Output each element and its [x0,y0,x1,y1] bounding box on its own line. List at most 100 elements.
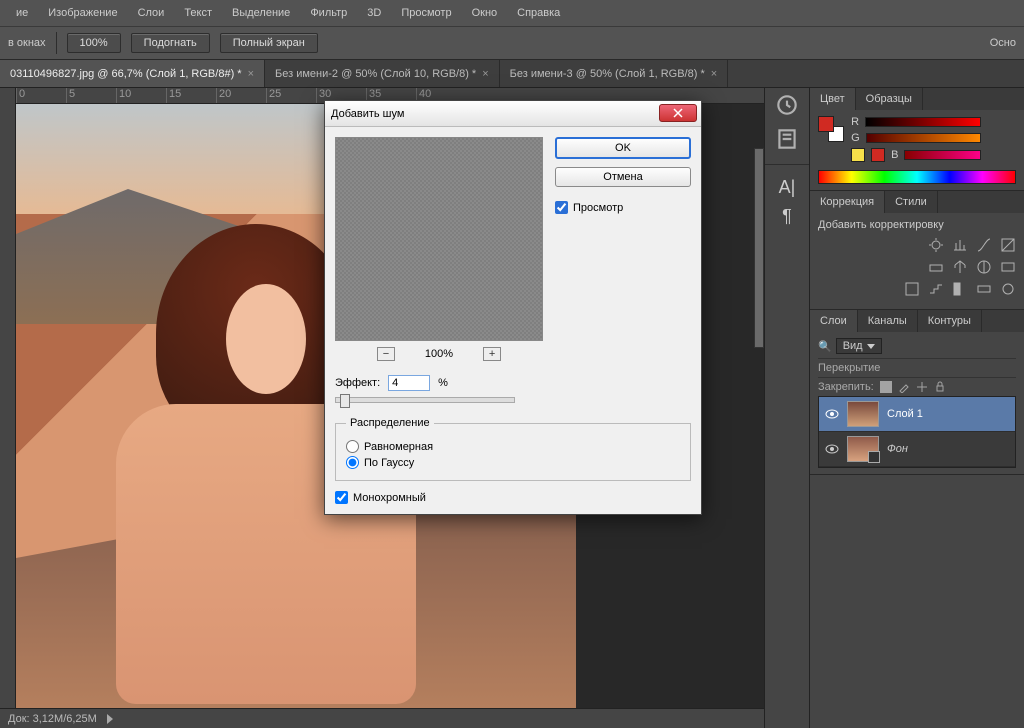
tab-swatches[interactable]: Образцы [856,88,923,110]
amount-input[interactable] [388,375,430,391]
fit-button[interactable]: Подогнать [131,33,210,53]
blend-mode-row[interactable]: Перекрытие [818,358,1016,377]
tab-color[interactable]: Цвет [810,88,856,110]
dialog-title: Добавить шум [331,108,404,120]
lock-all-icon[interactable] [934,381,946,393]
gradient-map-icon[interactable] [976,281,992,297]
visibility-icon[interactable] [825,407,839,421]
dialog-buttons: OK Отмена Просмотр [555,137,691,361]
tab-paths[interactable]: Контуры [918,310,982,332]
preview-label: Просмотр [573,202,623,214]
amount-slider[interactable] [335,397,515,403]
lock-transparency-icon[interactable] [880,381,892,393]
curves-icon[interactable] [976,237,992,253]
bw-icon[interactable] [976,259,992,275]
menu-view[interactable]: Просмотр [393,3,459,23]
menu-3d[interactable]: 3D [359,3,389,23]
tab-adjustments[interactable]: Коррекция [810,191,885,213]
close-icon[interactable]: × [482,68,488,80]
panel-layers: Слои Каналы Контуры 🔍 Вид Перекрытие Зак… [810,310,1024,475]
posterize-icon[interactable] [928,281,944,297]
search-icon[interactable]: 🔍 [818,340,832,353]
layer-thumbnail[interactable] [847,401,879,427]
monochrome-checkbox[interactable] [335,491,348,504]
exposure-icon[interactable] [1000,237,1016,253]
g-slider[interactable] [866,133,981,143]
brightness-icon[interactable] [928,237,944,253]
dialog-close-button[interactable] [659,104,697,122]
slider-knob[interactable] [340,394,350,408]
layer-name[interactable]: Слой 1 [887,408,923,420]
filter-kind-dropdown[interactable]: Вид [836,338,882,354]
dialog-body: − 100% + OK Отмена Просмотр Эффект: % [325,127,701,514]
doc-tab-2[interactable]: Без имени-2 @ 50% (Слой 10, RGB/8) * × [265,60,500,87]
menu-help[interactable]: Справка [509,3,568,23]
tab-styles[interactable]: Стили [885,191,938,213]
gamut-warning-icon[interactable] [851,148,865,162]
zoom-in-button[interactable]: + [483,347,501,361]
character-icon[interactable]: A| [779,177,796,198]
noise-preview[interactable] [335,137,543,341]
dialog-titlebar[interactable]: Добавить шум [325,101,701,127]
r-slider[interactable] [865,117,981,127]
close-icon[interactable]: × [248,68,254,80]
status-menu-icon[interactable] [107,714,113,724]
uniform-radio[interactable] [346,440,359,453]
menu-window[interactable]: Окно [464,3,506,23]
menu-bar: ие Изображение Слои Текст Выделение Филь… [0,0,1024,26]
menu-filter[interactable]: Фильтр [302,3,355,23]
menu-text[interactable]: Текст [176,3,220,23]
cancel-button[interactable]: Отмена [555,167,691,187]
doc-tab-3[interactable]: Без имени-3 @ 50% (Слой 1, RGB/8) * × [500,60,729,87]
rgb-sliders: R G B [851,116,981,166]
menu-image-partial[interactable]: ие [8,3,36,23]
ok-button[interactable]: OK [555,137,691,159]
collapsed-panel-strip: A| ¶ [764,88,810,728]
history-icon[interactable] [774,92,800,118]
fullscreen-button[interactable]: Полный экран [220,33,318,53]
workspace-switcher[interactable]: Осно [990,37,1016,49]
levels-icon[interactable] [952,237,968,253]
invert-icon[interactable] [904,281,920,297]
layer-row-1[interactable]: Слой 1 [819,397,1015,432]
layer-list: Слой 1 Фон [818,396,1016,468]
menu-layers[interactable]: Слои [130,3,173,23]
tab-channels[interactable]: Каналы [858,310,918,332]
gaussian-radio[interactable] [346,456,359,469]
close-icon[interactable]: × [711,68,717,80]
color-swatches[interactable] [818,116,848,146]
vibrance-icon[interactable] [928,259,944,275]
layer-thumbnail[interactable] [847,436,879,462]
zoom-percent-button[interactable]: 100% [67,33,121,53]
preview-checkbox[interactable] [555,201,568,214]
visibility-icon[interactable] [825,442,839,456]
scrollbar-vertical[interactable] [754,148,764,348]
zoom-value: 100% [425,348,453,360]
threshold-icon[interactable] [952,281,968,297]
b-slider[interactable] [904,150,981,160]
layer-row-2[interactable]: Фон [819,432,1015,467]
amount-row: Эффект: % [335,375,691,391]
doc-tab-1[interactable]: 03110496827.jpg @ 66,7% (Слой 1, RGB/8#)… [0,60,265,87]
paragraph-icon[interactable]: ¶ [782,206,792,227]
photo-filter-icon[interactable] [1000,259,1016,275]
uniform-label: Равномерная [364,441,433,453]
layer-name[interactable]: Фон [887,443,908,455]
menu-select[interactable]: Выделение [224,3,298,23]
foreground-swatch[interactable] [818,116,834,132]
panels: Цвет Образцы R G B [810,88,1024,728]
panel-adjustments: Коррекция Стили Добавить корректировку [810,191,1024,310]
lock-position-icon[interactable] [916,381,928,393]
lock-paint-icon[interactable] [898,381,910,393]
mono-row: Монохромный [335,491,691,504]
menu-image[interactable]: Изображение [40,3,125,23]
color-preview [871,148,885,162]
color-ramp[interactable] [818,170,1016,184]
selective-color-icon[interactable] [1000,281,1016,297]
tab-layers[interactable]: Слои [810,310,858,332]
balance-icon[interactable] [952,259,968,275]
document-tabs: 03110496827.jpg @ 66,7% (Слой 1, RGB/8#)… [0,60,1024,88]
zoom-out-button[interactable]: − [377,347,395,361]
adjustment-icons-row1 [818,237,1016,253]
properties-icon[interactable] [774,126,800,152]
